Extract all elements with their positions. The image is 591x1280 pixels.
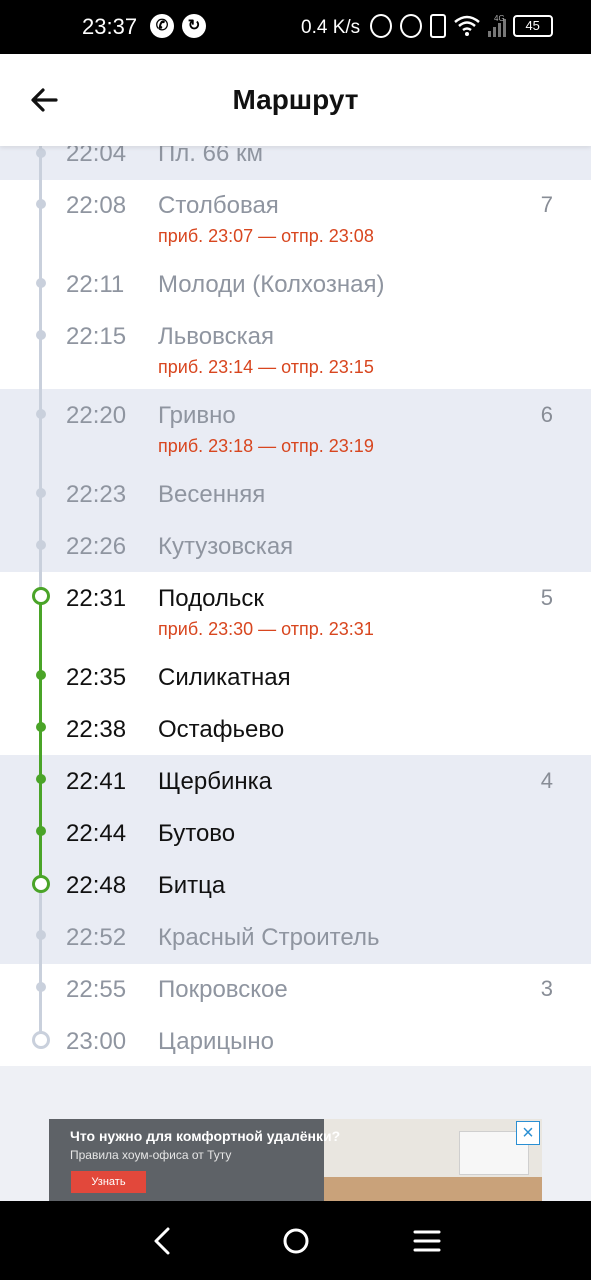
ad-title: Что нужно для комфортной удалёнки? — [70, 1128, 341, 1144]
stop-time: 22:31 — [66, 585, 127, 612]
zone-number: 3 — [540, 976, 553, 1001]
stop-time: 22:48 — [66, 872, 127, 899]
stop-note: приб. 23:14 — отпр. 23:15 — [158, 357, 374, 377]
stop-name: Силикатная — [158, 664, 291, 691]
stop-time: 22:44 — [66, 820, 127, 847]
stop-row[interactable]: 22:35 Силикатная — [0, 664, 591, 716]
page-title: Маршрут — [232, 84, 359, 115]
status-bar: 23:37 ✆ ↻ 0.4 K/s 4G 45 — [0, 0, 591, 54]
zone-number: 5 — [540, 585, 553, 610]
ad-subtitle: Правила хоум-офиса от Туту — [70, 1148, 232, 1162]
close-icon[interactable]: × — [516, 1121, 540, 1145]
stop-row[interactable]: 22:52 Красный Строитель — [0, 924, 591, 976]
stop-row[interactable]: 22:15 Львовская приб. 23:14 — отпр. 23:1… — [0, 323, 591, 377]
stop-row[interactable]: 22:08 Столбовая 7 приб. 23:07 — отпр. 23… — [0, 192, 591, 246]
vibrate-icon — [430, 14, 446, 38]
phone-icon: ✆ — [150, 14, 174, 38]
stop-name: Остафьево — [158, 716, 285, 743]
battery-indicator: 45 — [512, 15, 553, 37]
network-type: 4G — [494, 13, 505, 23]
zone-number: 7 — [540, 192, 553, 217]
stop-row[interactable]: 22:38 Остафьево — [0, 716, 591, 768]
stop-row[interactable]: 22:26 Кутузовская — [0, 533, 591, 585]
stop-time: 22:26 — [66, 533, 127, 560]
ad-image-desk — [324, 1177, 542, 1202]
stop-note: приб. 23:18 — отпр. 23:19 — [158, 436, 374, 456]
stop-time: 22:23 — [66, 481, 127, 508]
route-list[interactable]: 22:04 Пл. 66 км 22:08 Столбовая 7 приб. … — [0, 146, 591, 1066]
alarm-icon — [370, 14, 392, 38]
stop-row[interactable]: 23:00 Царицыно — [0, 1028, 591, 1066]
stop-name: Красный Строитель — [158, 924, 380, 951]
stop-row[interactable]: 22:31 Подольск 5 приб. 23:30 — отпр. 23:… — [0, 585, 591, 639]
nav-back-icon[interactable] — [146, 1223, 182, 1259]
stop-name: Щербинка — [158, 768, 272, 795]
stop-name: Подольск — [158, 585, 264, 612]
zone-number: 6 — [540, 402, 553, 427]
stop-row[interactable]: 22:55 Покровское 3 — [0, 976, 591, 1028]
stop-name: Весенняя — [158, 481, 266, 508]
stop-name: Царицыно — [158, 1028, 274, 1055]
stop-time: 22:41 — [66, 768, 127, 795]
stop-note: приб. 23:30 — отпр. 23:31 — [158, 619, 374, 639]
stop-name: Молоди (Колхозная) — [158, 271, 385, 298]
stop-time: 22:38 — [66, 716, 127, 743]
stop-name: Бутово — [158, 820, 236, 847]
stop-time: 22:08 — [66, 192, 127, 219]
stop-name: Львовская — [158, 323, 274, 350]
stop-row[interactable]: 22:41 Щербинка 4 — [0, 768, 591, 820]
nfc-icon — [400, 14, 422, 38]
system-nav-bar — [0, 1201, 591, 1280]
stop-name: Покровское — [158, 976, 288, 1003]
stop-name: Гривно — [158, 402, 236, 429]
stop-time: 22:11 — [66, 271, 125, 298]
stop-name: Кутузовская — [158, 533, 294, 560]
nav-menu-icon[interactable] — [409, 1223, 445, 1259]
stop-row[interactable]: 22:44 Бутово — [0, 820, 591, 872]
stop-time: 22:15 — [66, 323, 127, 350]
stop-note: приб. 23:07 — отпр. 23:08 — [158, 226, 374, 246]
stop-row[interactable]: 22:20 Гривно 6 приб. 23:18 — отпр. 23:19 — [0, 402, 591, 456]
stop-name: Столбовая — [158, 192, 279, 219]
ad-cta-button[interactable]: Узнать — [71, 1171, 146, 1193]
cloud-sync-icon: ↻ — [182, 14, 206, 38]
app-header: Маршрут — [0, 54, 591, 146]
stop-time: 22:20 — [66, 402, 127, 429]
stop-time: 22:52 — [66, 924, 127, 951]
stop-time: 22:55 — [66, 976, 127, 1003]
stop-row[interactable]: 22:48 Битца — [0, 872, 591, 924]
stop-name: Пл. 66 км — [158, 146, 263, 167]
stop-time: 23:00 — [66, 1028, 127, 1055]
stop-row[interactable]: 22:11 Молоди (Колхозная) — [0, 271, 591, 323]
stop-row[interactable]: 22:04 Пл. 66 км — [0, 146, 591, 192]
network-speed: 0.4 K/s — [301, 17, 361, 38]
stop-time: 22:04 — [66, 146, 127, 167]
stop-time: 22:35 — [66, 664, 127, 691]
nav-home-icon[interactable] — [278, 1223, 314, 1259]
stop-name: Битца — [158, 872, 226, 899]
stop-row[interactable]: 22:23 Весенняя — [0, 481, 591, 533]
ad-banner[interactable]: Что нужно для комфортной удалёнки? Прави… — [49, 1119, 542, 1202]
wifi-icon — [454, 15, 480, 36]
zone-number: 4 — [540, 768, 553, 793]
status-time: 23:37 — [82, 14, 138, 39]
